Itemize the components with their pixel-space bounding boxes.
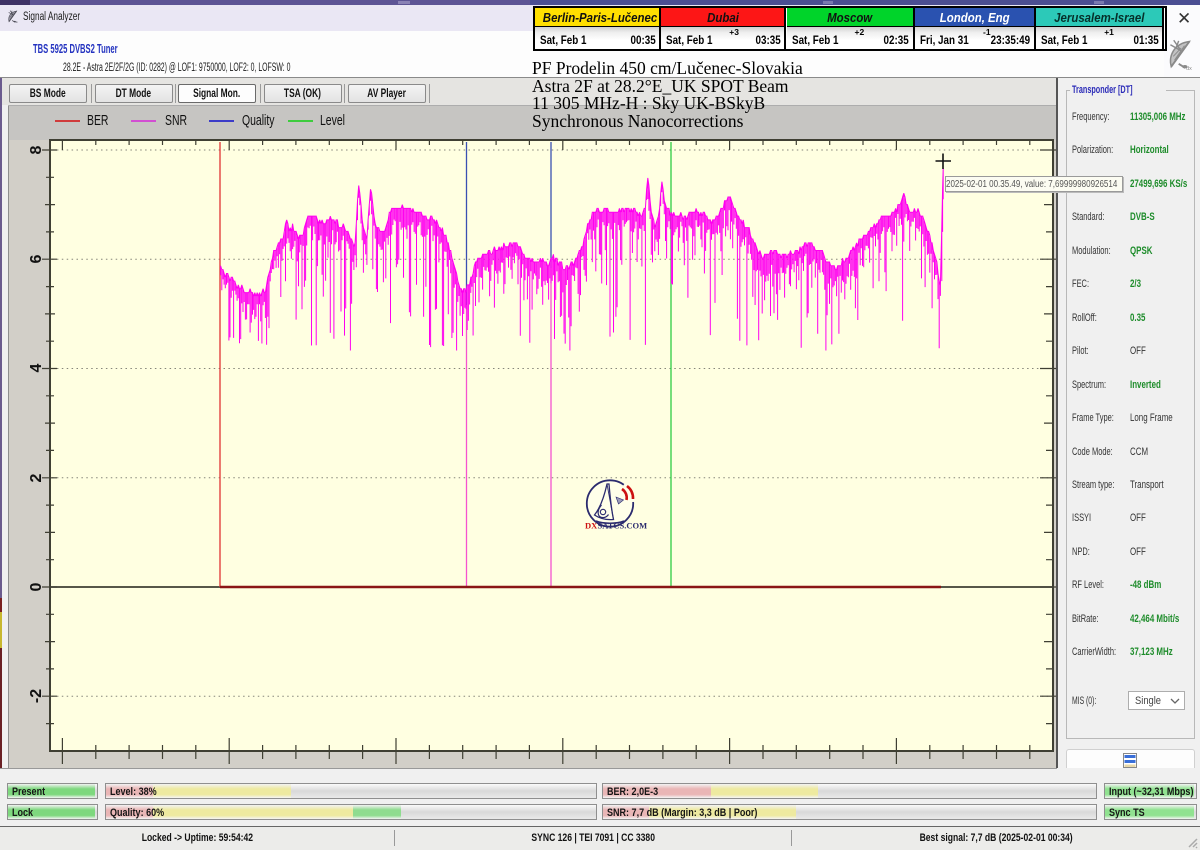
svg-text:dx: dx (15, 22, 18, 23)
svg-text:dx: dx (1186, 66, 1192, 70)
svg-text:DX: DX (585, 521, 598, 531)
svg-text:SATCS.COM: SATCS.COM (598, 521, 648, 531)
